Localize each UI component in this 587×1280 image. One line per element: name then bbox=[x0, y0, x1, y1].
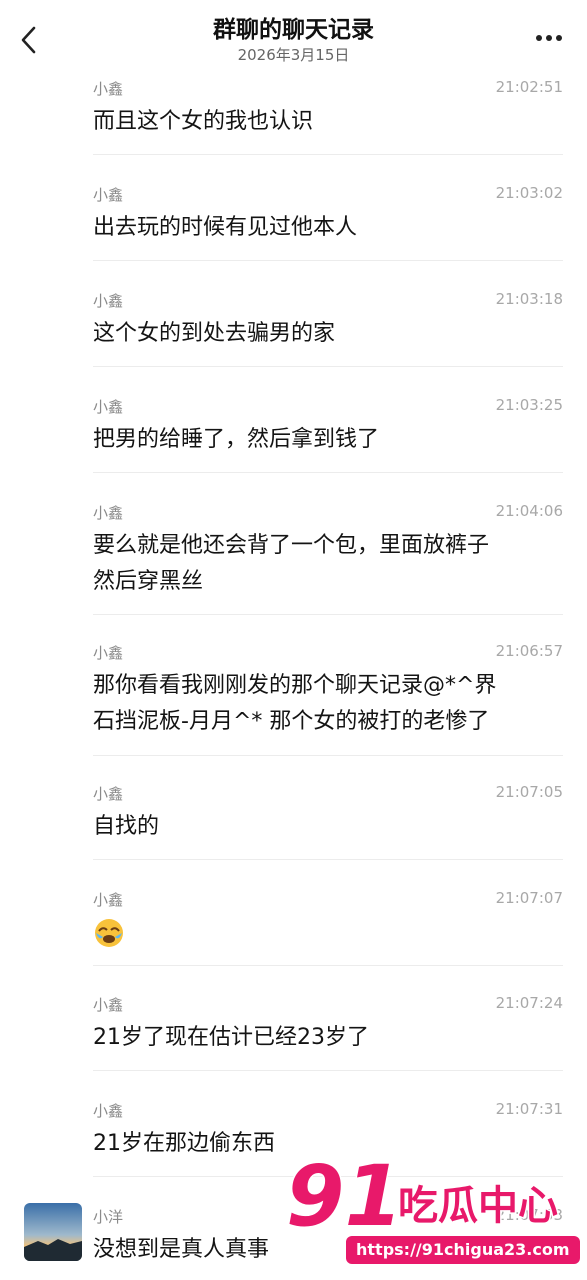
sender-name: 小鑫 bbox=[93, 785, 124, 803]
divider bbox=[93, 1070, 563, 1071]
message-time: 21:03:25 bbox=[495, 396, 563, 414]
message-text: 而且这个女的我也认识 bbox=[93, 104, 563, 140]
message-time: 21:06:57 bbox=[495, 642, 563, 660]
watermark-number: 91 bbox=[286, 1153, 403, 1235]
message-text bbox=[93, 915, 563, 961]
sender-name: 小鑫 bbox=[93, 186, 124, 204]
divider bbox=[93, 755, 563, 756]
divider bbox=[93, 154, 563, 155]
divider bbox=[93, 965, 563, 966]
message-line: 要么就是他还会背了一个包，里面放裤子 bbox=[93, 533, 490, 558]
message-line: 出去玩的时候有见过他本人 bbox=[93, 215, 358, 240]
divider bbox=[93, 366, 563, 367]
message-line: 那你看看我刚刚发的那个聊天记录@*^界 bbox=[93, 673, 497, 698]
divider bbox=[93, 260, 563, 261]
message-time: 21:02:51 bbox=[495, 78, 563, 96]
message-line: 自找的 bbox=[93, 814, 160, 839]
watermark-brand: 吃瓜中心 bbox=[398, 1183, 558, 1229]
message-text: 自找的 bbox=[93, 809, 563, 845]
message-time: 21:07:24 bbox=[495, 994, 563, 1012]
sender-name: 小鑫 bbox=[93, 504, 124, 522]
message-line: 而且这个女的我也认识 bbox=[93, 109, 314, 134]
divider bbox=[93, 859, 563, 860]
sender-name: 小鑫 bbox=[93, 398, 124, 416]
message-time: 21:07:05 bbox=[495, 783, 563, 801]
sender-name: 小洋 bbox=[93, 1208, 124, 1226]
message-text: 21岁了现在估计已经23岁了 bbox=[93, 1020, 563, 1056]
sender-name: 小鑫 bbox=[93, 1102, 124, 1120]
page-date: 2026年3月15日 bbox=[237, 46, 350, 64]
sender-name: 小鑫 bbox=[93, 644, 124, 662]
message-time: 21:03:02 bbox=[495, 184, 563, 202]
sender-name: 小鑫 bbox=[93, 292, 124, 310]
sender-name: 小鑫 bbox=[93, 891, 124, 909]
header-bar: 群聊的聊天记录 2026年3月15日 bbox=[0, 0, 587, 74]
divider bbox=[93, 614, 563, 615]
message-time: 21:04:06 bbox=[495, 502, 563, 520]
watermark-logo: 91 吃瓜中心 bbox=[285, 1146, 582, 1247]
sender-name: 小鑫 bbox=[93, 80, 124, 98]
message-time: 21:03:18 bbox=[495, 290, 563, 308]
sob-emoji-icon bbox=[95, 919, 123, 947]
sunset-avatar-image bbox=[24, 1203, 82, 1261]
message-line: 这个女的到处去骗男的家 bbox=[93, 321, 336, 346]
message-text: 要么就是他还会背了一个包，里面放裤子 然后穿黑丝 bbox=[93, 528, 563, 600]
message-line: 21岁了现在估计已经23岁了 bbox=[93, 1025, 369, 1050]
message-time: 21:07:07 bbox=[495, 889, 563, 907]
message-text: 这个女的到处去骗男的家 bbox=[93, 316, 563, 352]
more-button[interactable] bbox=[531, 26, 567, 50]
message-line: 石挡泥板-月月^* 那个女的被打的老惨了 bbox=[93, 709, 490, 734]
message-text: 把男的给睡了，然后拿到钱了 bbox=[93, 422, 563, 458]
message-text: 那你看看我刚刚发的那个聊天记录@*^界 石挡泥板-月月^* 那个女的被打的老惨了 bbox=[93, 668, 563, 740]
avatar[interactable] bbox=[24, 1203, 82, 1261]
message-line: 然后穿黑丝 bbox=[93, 569, 204, 594]
divider bbox=[93, 472, 563, 473]
page-title: 群聊的聊天记录 bbox=[213, 17, 374, 43]
watermark-url: https://91chigua23.com bbox=[346, 1236, 580, 1264]
more-dots-icon bbox=[536, 35, 562, 41]
message-time: 21:07:31 bbox=[495, 1100, 563, 1118]
message-line: 把男的给睡了，然后拿到钱了 bbox=[93, 427, 380, 452]
sender-name: 小鑫 bbox=[93, 996, 124, 1014]
message-text: 出去玩的时候有见过他本人 bbox=[93, 210, 563, 246]
